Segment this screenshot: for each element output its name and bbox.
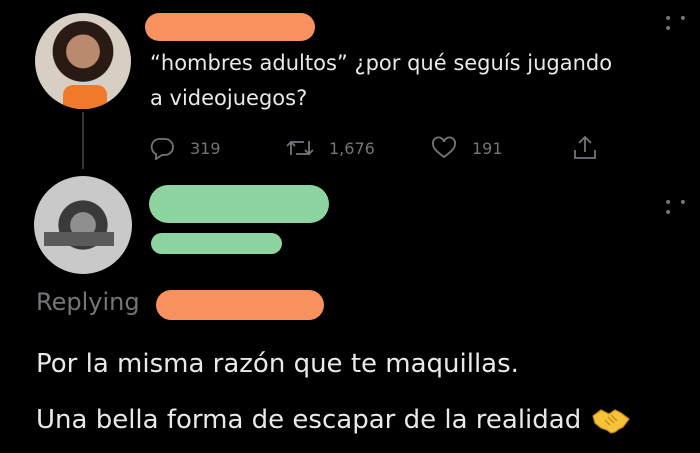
like-button[interactable]: 191 (430, 136, 503, 160)
reply-text-line-2-text: Una bella forma de escapar de la realida… (36, 405, 582, 435)
reply-text-line-2: Una bella forma de escapar de la realida… (36, 392, 676, 448)
avatar-reply-author[interactable] (34, 176, 132, 274)
reply-count: 319 (190, 138, 221, 158)
more-options-icon[interactable]: • • • (664, 196, 700, 220)
share-icon (574, 135, 596, 159)
retweet-icon (286, 140, 314, 156)
like-count: 191 (472, 138, 503, 158)
like-icon (432, 136, 456, 159)
avatar-shirt (63, 85, 107, 109)
replying-to-handle-redacted[interactable] (156, 290, 324, 320)
share-button[interactable] (572, 134, 598, 162)
tweet-text: “hombres adultos” ¿por qué seguís jugand… (150, 46, 680, 116)
reply-text: Por la misma razón que te maquillas. Una… (36, 336, 676, 448)
reply-icon (150, 138, 174, 160)
reply-text-line: Por la misma razón que te maquillas. (36, 349, 519, 379)
thread-line (82, 112, 84, 169)
avatar-original-author[interactable] (35, 13, 131, 109)
retweet-count: 1,676 (329, 138, 375, 158)
reply-author-name-redacted (149, 185, 329, 223)
tweet-text-line: “hombres adultos” ¿por qué seguís jugand… (150, 51, 613, 75)
reply-button[interactable]: 319 (150, 136, 221, 160)
reply-author-handle-redacted (151, 233, 282, 254)
more-options-icon[interactable]: • • • (664, 12, 700, 36)
tweet-text-line: a videojuegos? (150, 86, 308, 110)
avatar-desk (44, 232, 114, 246)
author-name-redacted (145, 13, 315, 41)
handshake-icon (592, 408, 631, 434)
replying-to-label: Replying (36, 288, 140, 316)
retweet-button[interactable]: 1,676 (285, 136, 375, 160)
